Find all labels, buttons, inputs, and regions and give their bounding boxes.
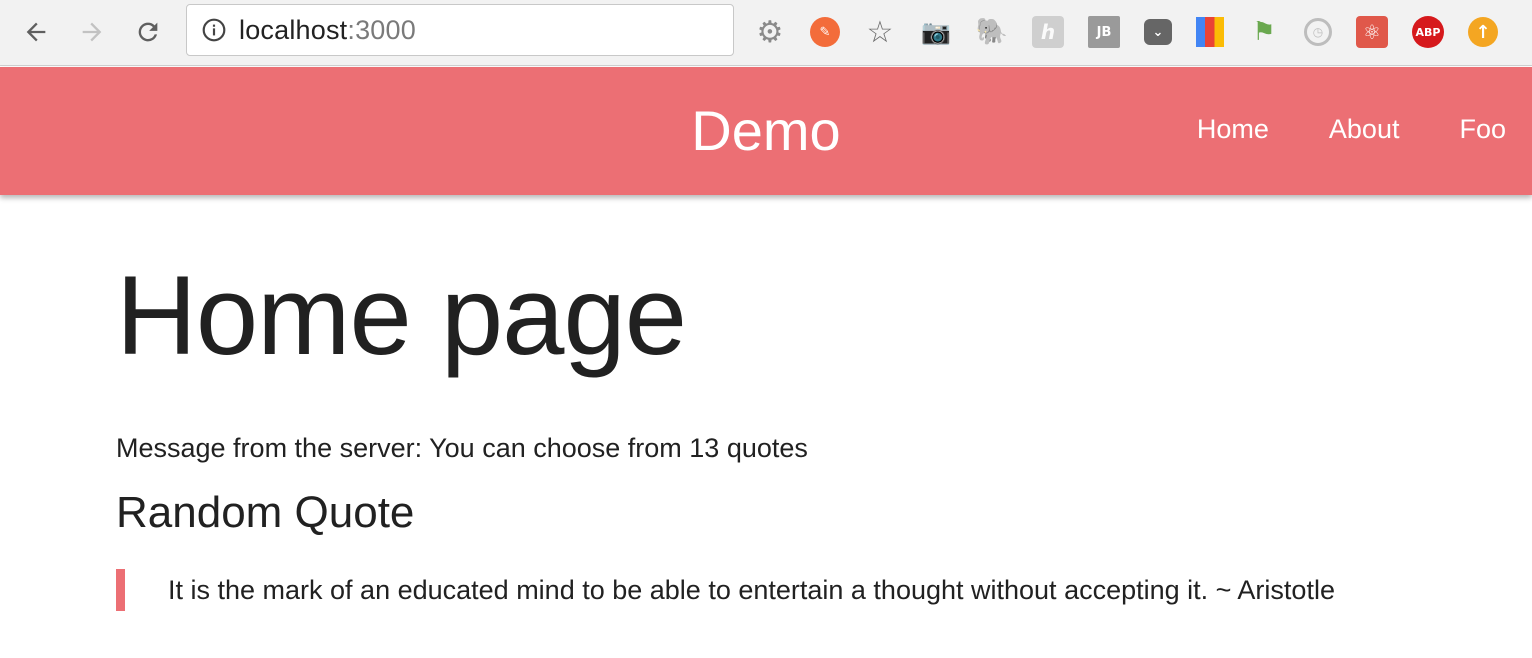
camera-icon[interactable]: 📷	[920, 16, 952, 48]
url-text: localhost:3000	[239, 15, 416, 46]
evernote-icon[interactable]: 🐘	[976, 16, 1008, 48]
update-arrow-icon[interactable]: ↑	[1468, 17, 1498, 47]
reload-button[interactable]	[132, 16, 164, 48]
pocket-icon[interactable]: ⌄	[1144, 19, 1172, 45]
nav-link-foo[interactable]: Foo	[1459, 111, 1506, 147]
back-button[interactable]	[20, 16, 52, 48]
green-extension-icon[interactable]: ⚑	[1248, 16, 1280, 48]
h-extension-icon[interactable]: h	[1032, 16, 1064, 48]
info-icon[interactable]	[201, 17, 227, 43]
brush-icon[interactable]: ✎	[810, 17, 840, 47]
nav-menu: Home About Foo	[1137, 111, 1506, 147]
jb-icon[interactable]: JB	[1088, 16, 1120, 48]
browser-toolbar: localhost:3000 ⚙ ✎ ☆ 📷 🐘 h JB ⌄ ⚑ ◷ ⚛ AB…	[0, 0, 1532, 66]
bookmark-star-icon[interactable]: ☆	[864, 15, 896, 50]
page-title: Home page	[116, 253, 687, 378]
server-message: Message from the server: You can choose …	[116, 433, 808, 463]
address-bar[interactable]: localhost:3000	[186, 4, 734, 56]
section-title: Random Quote	[116, 488, 415, 537]
settings-gear-icon[interactable]: ⚙	[754, 15, 786, 50]
nav-link-home[interactable]: Home	[1197, 111, 1269, 147]
lighthouse-icon[interactable]	[1196, 17, 1224, 47]
react-devtools-icon[interactable]: ⚛	[1356, 16, 1388, 48]
nav-link-about[interactable]: About	[1329, 111, 1400, 147]
quote-block: It is the mark of an educated mind to be…	[116, 569, 1496, 611]
extension-icons: ⚙ ✎ ☆ 📷 🐘 h JB ⌄ ⚑ ◷ ⚛ ABP ↑	[754, 14, 1498, 50]
app-header: Demo Home About Foo	[0, 67, 1532, 195]
url-host: localhost	[239, 14, 348, 45]
back-arrow-icon	[26, 22, 46, 42]
forward-arrow-icon	[82, 22, 102, 42]
adblock-plus-icon[interactable]: ABP	[1412, 16, 1444, 48]
url-port: :3000	[347, 14, 416, 45]
reload-icon	[138, 22, 158, 42]
forward-button[interactable]	[76, 16, 108, 48]
clock-icon[interactable]: ◷	[1304, 18, 1332, 46]
main-content: Home page Message from the server: You c…	[116, 196, 1496, 611]
